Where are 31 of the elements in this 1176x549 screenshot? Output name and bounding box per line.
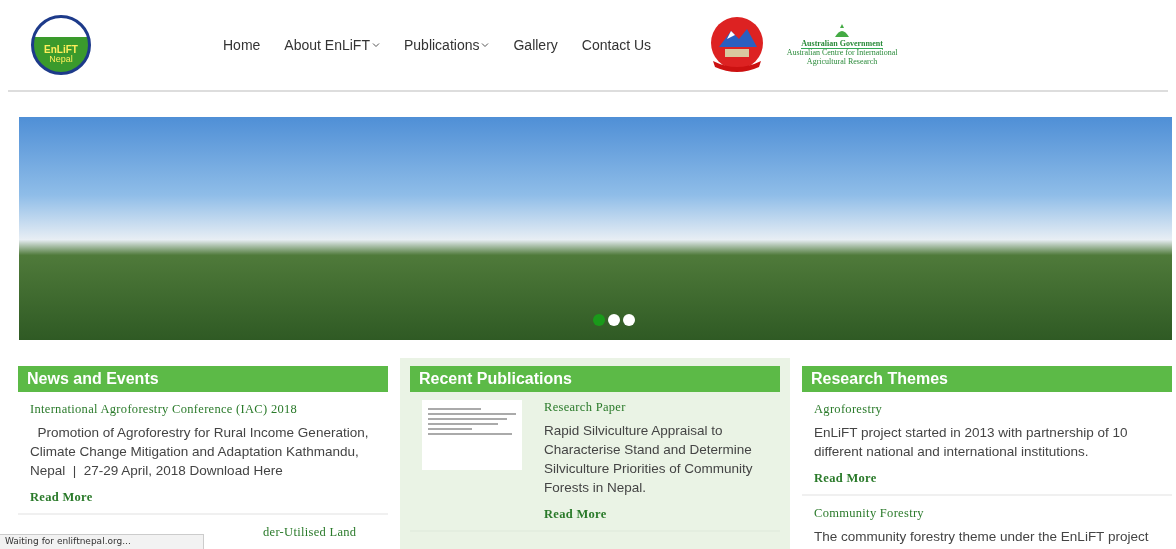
publication-type: Research Paper: [544, 400, 627, 415]
document-thumbnail[interactable]: [422, 400, 522, 470]
news-title[interactable]: der-Utilised Land: [263, 525, 357, 540]
logo-subtitle: Nepal: [49, 55, 73, 64]
section-heading: Research Themes: [802, 366, 1172, 392]
theme-text: EnLiFT project started in 2013 with partnership of 10 different national and international institutions.: [814, 424, 1129, 461]
nav-link[interactable]: About EnLiFT: [284, 37, 380, 53]
enlift-logo[interactable]: EnLiFT Nepal: [31, 15, 91, 75]
read-more-link[interactable]: Read More: [814, 471, 877, 486]
theme-text: The community forestry theme under the EnLiFT project: [814, 528, 1150, 546]
news-title[interactable]: International Agroforestry Conference (IAC) 2018: [30, 402, 376, 417]
logo-subtitle: Australian Centre for International Agricultural Research: [785, 49, 899, 67]
publication-title: Rapid Silviculture Appraisal to Characterise Stand and Determine Silviculture Priorities of Community Forests in Nepal.: [544, 422, 754, 497]
nav-link[interactable]: Gallery: [513, 37, 558, 53]
partner-logo[interactable]: Australian Government Australian Centre for International Agricultural Research: [777, 23, 908, 67]
nav-link[interactable]: Contact Us: [581, 37, 652, 53]
logo-title: EnLiFT: [44, 45, 78, 55]
logo-title: Australian Government: [801, 39, 883, 50]
news-text: Promotion of Agroforestry for Rural Income Generation, Climate Change Mitigation and Adaptation Kathmandu, Nepal | 27-29 April, 2018 Download Here: [30, 424, 370, 480]
slider-dot[interactable]: [623, 314, 635, 326]
nav-link[interactable]: Home: [223, 37, 261, 53]
section-heading: News and Events: [18, 366, 388, 392]
theme-title[interactable]: Community Forestry: [814, 506, 1160, 521]
section-heading: Recent Publications: [410, 366, 780, 392]
slider-dot[interactable]: [593, 314, 605, 326]
slider-dot[interactable]: [608, 314, 620, 326]
nav-link[interactable]: Publications: [403, 37, 490, 53]
read-more-link[interactable]: Read More: [30, 490, 93, 505]
read-more-link[interactable]: Read More: [544, 507, 607, 522]
theme-title[interactable]: Agroforestry: [814, 402, 1160, 417]
status-bar: Waiting for enliftnepal.org...: [0, 534, 204, 549]
